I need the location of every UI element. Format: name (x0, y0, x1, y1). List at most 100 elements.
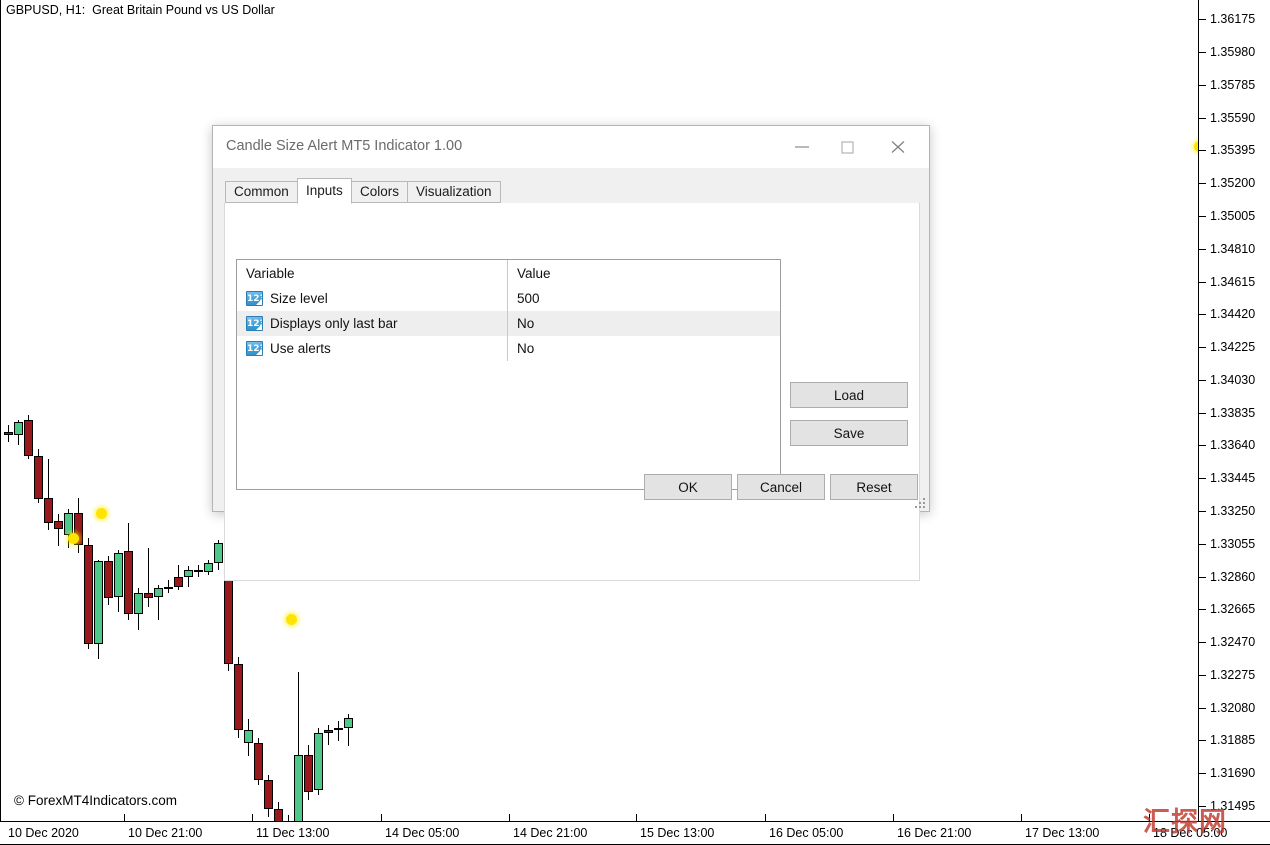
candle-bullish (114, 553, 123, 597)
tab-visualization[interactable]: Visualization (407, 181, 501, 203)
tab-colors[interactable]: Colors (351, 181, 408, 203)
number-input-icon: 123 (246, 291, 263, 306)
table-row[interactable]: 123Size level500 (237, 286, 780, 311)
dialog-titlebar[interactable]: Candle Size Alert MT5 Indicator 1.00 (213, 126, 929, 169)
price-tick-label: 1.34225 (1210, 340, 1255, 354)
time-tick-label: 10 Dec 2020 (8, 826, 79, 840)
candle-bullish (294, 755, 303, 822)
price-tick-mark (1199, 347, 1206, 348)
price-tick-mark (1199, 282, 1206, 283)
cell-variable[interactable]: 123Displays only last bar (237, 311, 508, 336)
price-tick-label: 1.32275 (1210, 668, 1255, 682)
candle-bearish (124, 551, 133, 613)
tab-common[interactable]: Common (225, 181, 298, 203)
price-tick-mark (1199, 642, 1206, 643)
time-tick-mark (381, 814, 382, 822)
price-tick-mark (1199, 249, 1206, 250)
table-row[interactable]: 123 Use alerts No (237, 336, 780, 361)
load-button[interactable]: Load (790, 382, 908, 408)
price-tick-label: 1.35785 (1210, 78, 1255, 92)
time-tick-mark (893, 814, 894, 822)
candle-bearish (34, 456, 43, 500)
reset-button[interactable]: Reset (830, 474, 918, 500)
candle-bearish (254, 743, 263, 780)
watermark-label: 汇探网 (1143, 800, 1227, 839)
ok-button[interactable]: OK (644, 474, 732, 500)
price-tick-mark (1199, 609, 1206, 610)
variable-label: Use alerts (270, 341, 331, 356)
price-tick-mark (1199, 708, 1206, 709)
save-button[interactable]: Save (790, 420, 908, 446)
price-tick-mark (1199, 216, 1206, 217)
price-tick-label: 1.33835 (1210, 406, 1255, 420)
price-tick-mark (1199, 314, 1206, 315)
candle-bearish (264, 780, 273, 809)
candle-bullish (334, 728, 343, 730)
price-tick-mark (1199, 773, 1206, 774)
price-tick-mark (1199, 544, 1206, 545)
price-tick-mark (1199, 52, 1206, 53)
candle-bearish (324, 730, 333, 733)
candle-wick (328, 725, 329, 745)
price-tick-label: 1.33445 (1210, 471, 1255, 485)
cell-value[interactable]: No (508, 336, 780, 361)
time-tick-label: 15 Dec 13:00 (640, 826, 714, 840)
price-tick-label: 1.35200 (1210, 176, 1255, 190)
candle-bullish (94, 561, 103, 643)
cell-value[interactable]: No (508, 311, 780, 336)
candle-bearish (274, 809, 283, 822)
time-tick-mark (1021, 814, 1022, 822)
time-tick-label: 11 Dec 13:00 (256, 826, 329, 840)
mt5-chart-window: GBPUSD, H1: Great Britain Pound vs US Do… (0, 0, 1270, 845)
candle-bullish (184, 570, 193, 577)
time-tick-label: 16 Dec 05:00 (769, 826, 843, 840)
price-tick-label: 1.36175 (1210, 12, 1255, 26)
price-tick-label: 1.32470 (1210, 635, 1255, 649)
candle-bullish (214, 543, 223, 563)
price-tick-mark (1199, 740, 1206, 741)
price-tick-mark (1199, 413, 1206, 414)
price-tick-label: 1.31885 (1210, 733, 1255, 747)
price-tick-label: 1.35395 (1210, 143, 1255, 157)
table-row[interactable]: 123Displays only last barNo (237, 311, 780, 336)
candle-bullish (314, 733, 323, 790)
price-tick-label: 1.32860 (1210, 570, 1255, 584)
candle-bullish (154, 588, 163, 596)
candle-bearish (84, 545, 93, 644)
number-input-icon: 123 (246, 316, 263, 331)
cell-value[interactable]: 500 (508, 286, 780, 311)
chart-left-border (0, 0, 1, 822)
price-tick-label: 1.32665 (1210, 602, 1255, 616)
time-tick-label: 14 Dec 05:00 (385, 826, 459, 840)
time-axis-line (0, 821, 1270, 822)
candle-bearish (234, 664, 243, 730)
cell-variable[interactable]: 123Size level (237, 286, 508, 311)
price-axis-line (1198, 0, 1199, 822)
price-tick-mark (1199, 445, 1206, 446)
candle-bearish (174, 577, 183, 587)
time-tick-mark (252, 814, 253, 822)
time-tick-label: 14 Dec 21:00 (513, 826, 587, 840)
dialog-title: Candle Size Alert MT5 Indicator 1.00 (226, 138, 462, 154)
inputs-table[interactable]: VariableValue123Size level500123Displays… (236, 259, 781, 490)
number-input-icon: 123 (246, 341, 263, 356)
alert-marker-dot (68, 533, 79, 544)
candle-wick (338, 721, 339, 741)
close-button[interactable] (875, 126, 921, 168)
tab-inputs[interactable]: Inputs (297, 178, 352, 204)
price-tick-mark (1199, 380, 1206, 381)
time-tick-label: 10 Dec 21:00 (128, 826, 202, 840)
dialog-tabstrip[interactable]: CommonInputsColorsVisualization (225, 178, 929, 203)
candle-wick (58, 514, 59, 546)
candle-bearish (104, 561, 113, 598)
copyright-label: © ForexMT4Indicators.com (14, 793, 177, 808)
cancel-button[interactable]: Cancel (737, 474, 825, 500)
resize-grip-icon[interactable] (913, 496, 925, 508)
price-tick-mark (1199, 183, 1206, 184)
maximize-button[interactable] (825, 126, 871, 168)
candle-bullish (204, 563, 213, 571)
minimize-button[interactable] (779, 126, 825, 168)
cell-variable[interactable]: 123 Use alerts (237, 336, 508, 361)
alert-marker-dot (286, 614, 297, 625)
candle-bearish (4, 432, 13, 435)
